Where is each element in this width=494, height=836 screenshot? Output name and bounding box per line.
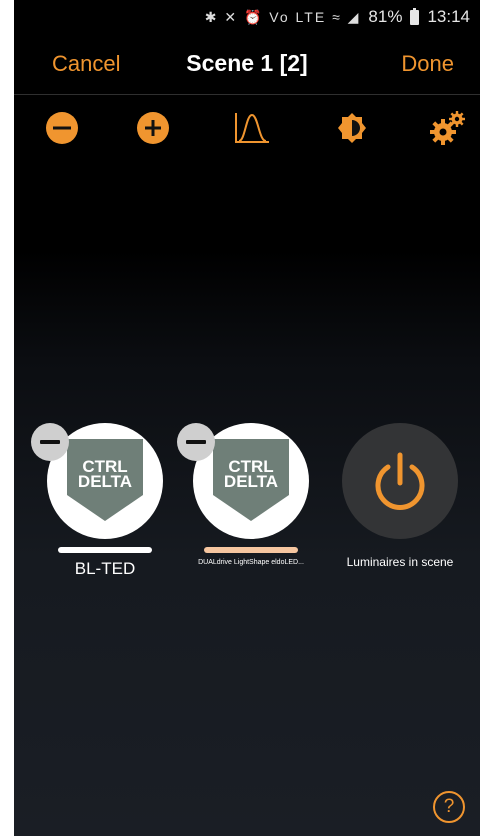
light-curve-icon[interactable] <box>232 108 272 148</box>
logo-line-2: DELTA <box>77 472 133 491</box>
remove-luminaire-button[interactable] <box>31 423 69 461</box>
status-icons: ✱ ✕ ⏰ Vo LTE ≈ ◢ <box>204 8 361 25</box>
battery-icon <box>410 7 420 25</box>
luminaire-item: CTRL DELTA DUALdrive LightShape eldoLED.… <box>177 423 310 566</box>
luminaire-button[interactable]: CTRL DELTA <box>177 423 309 539</box>
luminaire-item: CTRL DELTA BL-TED <box>31 423 164 579</box>
power-icon <box>375 452 425 510</box>
plus-circle-icon[interactable] <box>133 108 173 148</box>
minus-icon <box>186 440 206 444</box>
luminaire-name: BL-TED <box>74 559 136 578</box>
minus-circle-icon[interactable] <box>42 108 82 148</box>
minus-icon <box>40 440 60 444</box>
done-button[interactable]: Done <box>401 51 454 77</box>
luminaire-level-bar <box>58 547 152 553</box>
luminaire-level-bar <box>204 547 298 553</box>
luminaires-in-scene-button[interactable] <box>342 423 458 539</box>
ctrl-delta-logo: CTRL DELTA <box>211 439 291 521</box>
help-icon[interactable]: ? <box>433 791 465 823</box>
luminaire-name: DUALdrive LightShape eldoLED... <box>198 559 304 566</box>
ctrl-delta-logo: CTRL DELTA <box>65 439 145 521</box>
remove-luminaire-button[interactable] <box>177 423 215 461</box>
logo-line-2: DELTA <box>223 472 279 491</box>
app-screen: ✱ ✕ ⏰ Vo LTE ≈ ◢ 81% 13:14 Cancel Scene … <box>14 0 480 836</box>
clock: 13:14 <box>427 7 470 26</box>
scene-toggle-item: Luminaires in scene <box>340 423 460 569</box>
status-bar: ✱ ✕ ⏰ Vo LTE ≈ ◢ 81% 13:14 <box>14 0 480 34</box>
battery-percent: 81% <box>368 7 403 26</box>
toolbar <box>14 108 480 148</box>
brightness-icon[interactable] <box>332 108 372 148</box>
nav-header: Cancel Scene 1 [2] Done <box>14 34 480 95</box>
luminaire-button[interactable]: CTRL DELTA <box>31 423 163 539</box>
settings-gears-icon[interactable] <box>428 108 468 148</box>
scene-toggle-label: Luminaires in scene <box>346 555 454 569</box>
